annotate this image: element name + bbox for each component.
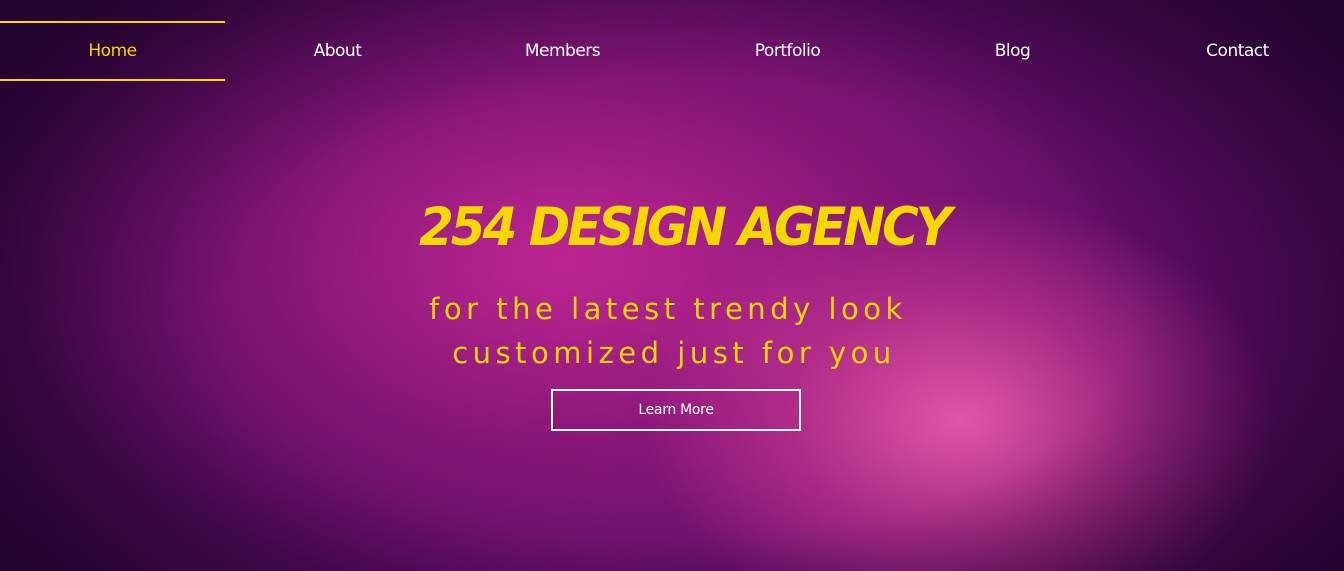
- hero-tagline-line-2: customized just for you: [452, 336, 896, 370]
- hero-tagline-line-1: for the latest trendy look: [429, 292, 907, 326]
- hero-title: 254 DESIGN AGENCY: [419, 196, 952, 258]
- hero-section: 254 DESIGN AGENCY for the latest trendy …: [0, 0, 1344, 571]
- learn-more-button[interactable]: Learn More: [551, 389, 801, 431]
